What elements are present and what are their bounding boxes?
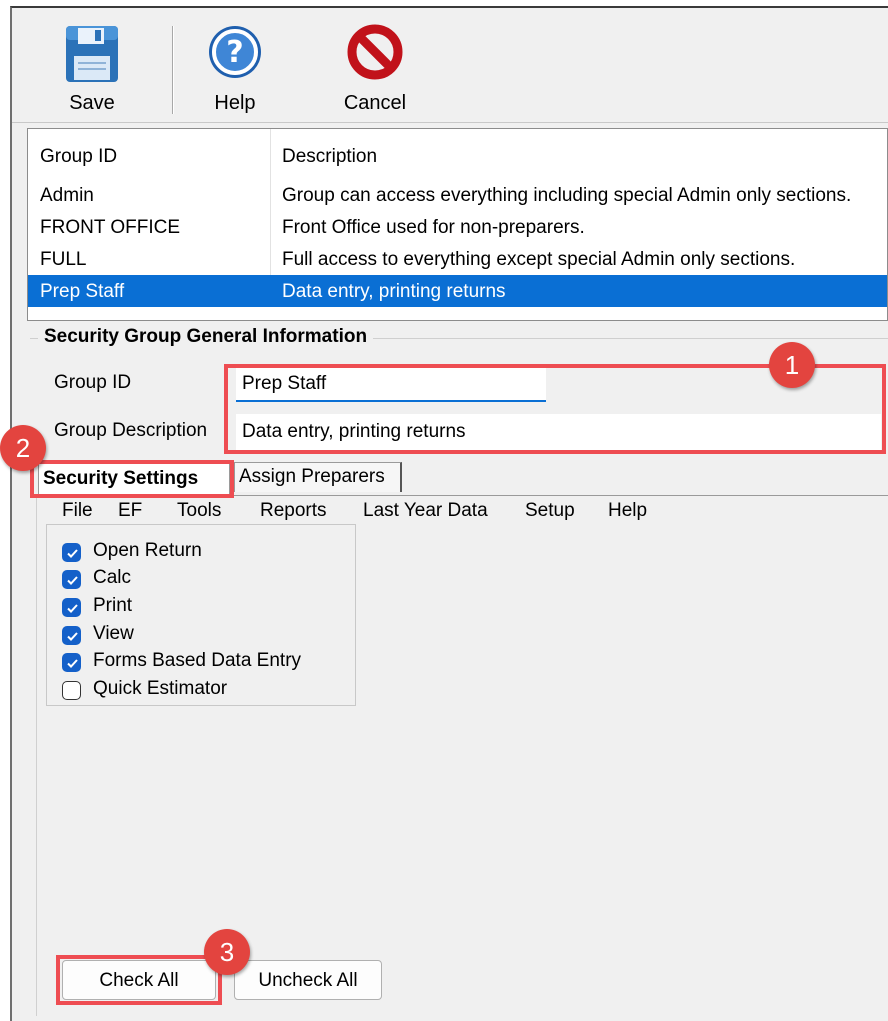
cell-description: Front Office used for non-preparers. (282, 217, 585, 238)
annotation-badge-1: 1 (769, 342, 815, 388)
general-info-title: Security Group General Information (38, 326, 374, 348)
group-id-label: Group ID (54, 372, 132, 393)
save-label: Save (69, 92, 115, 114)
menu-tools[interactable]: Tools (177, 500, 221, 522)
help-label: Help (214, 92, 256, 114)
table-row[interactable]: Admin Group can access everything includ… (28, 179, 887, 211)
cell-group-id: FRONT OFFICE (40, 217, 181, 238)
column-header-group-id[interactable]: Group ID (40, 146, 117, 168)
cell-group-id: Admin (40, 185, 94, 206)
menu-help[interactable]: Help (608, 500, 647, 522)
annotation-highlight-3 (56, 955, 222, 1005)
cell-description: Full access to everything except special… (282, 249, 796, 270)
tab-assign-preparers[interactable]: Assign Preparers (234, 462, 402, 492)
cell-description: Group can access everything including sp… (282, 185, 852, 206)
checkbox-label: Open Return (93, 540, 202, 561)
cell-group-id: FULL (40, 249, 87, 270)
toolbar: Save ? Help Cancel (12, 8, 888, 123)
checkbox-checked-icon (62, 570, 81, 589)
checkbox-label: Quick Estimator (93, 678, 228, 699)
menu-file[interactable]: File (62, 500, 93, 522)
table-row-selected[interactable]: Prep Staff Data entry, printing returns (28, 275, 887, 307)
svg-text:?: ? (226, 35, 243, 70)
checkbox-label: Calc (93, 567, 132, 588)
checkbox-checked-icon (62, 543, 81, 562)
table-header: Group ID Description (28, 129, 887, 179)
checkbox-checked-icon (62, 626, 81, 645)
cell-description: Data entry, printing returns (282, 281, 506, 302)
menu-reports[interactable]: Reports (260, 500, 327, 522)
menu-ef[interactable]: EF (118, 500, 142, 522)
cancel-button[interactable]: Cancel (330, 16, 420, 116)
annotation-badge-3: 3 (204, 929, 250, 975)
checkbox-label: Forms Based Data Entry (93, 650, 302, 671)
table-row[interactable]: FRONT OFFICE Front Office used for non-p… (28, 211, 887, 243)
help-icon: ? (207, 24, 263, 86)
cell-group-id: Prep Staff (40, 281, 125, 302)
help-button[interactable]: ? Help (195, 16, 275, 116)
table-row[interactable]: FULL Full access to everything except sp… (28, 243, 887, 275)
annotation-highlight-2 (30, 460, 234, 498)
security-groups-table: Group ID Description Admin Group can acc… (27, 128, 888, 321)
cancel-label: Cancel (343, 92, 407, 114)
checkbox-label: Print (93, 595, 133, 616)
column-header-description[interactable]: Description (282, 146, 377, 168)
uncheck-all-button[interactable]: Uncheck All (234, 960, 382, 1000)
menu-last-year-data[interactable]: Last Year Data (363, 500, 488, 522)
floppy-disk-icon (64, 24, 120, 90)
toolbar-separator (172, 26, 174, 114)
group-description-label: Group Description (54, 420, 208, 441)
checkbox-checked-icon (62, 653, 81, 672)
checkbox-unchecked-icon (62, 681, 81, 700)
checkbox-label: View (93, 623, 134, 644)
checkbox-checked-icon (62, 598, 81, 617)
save-button[interactable]: Save (52, 16, 132, 116)
cancel-icon (347, 24, 403, 86)
annotation-badge-2: 2 (0, 425, 46, 471)
menu-setup[interactable]: Setup (525, 500, 575, 522)
